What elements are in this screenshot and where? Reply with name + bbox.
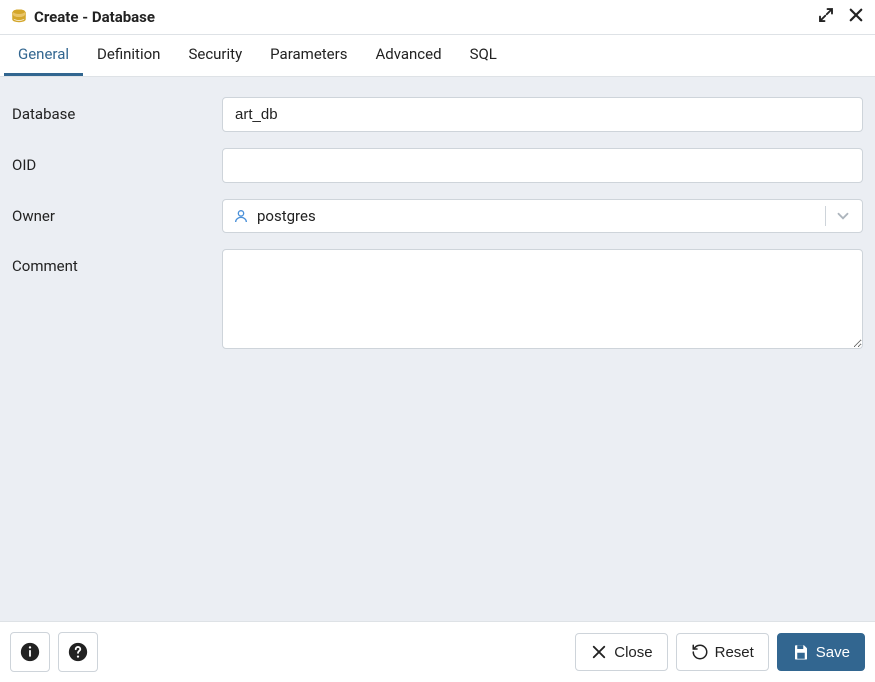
owner-value: postgres <box>257 207 817 225</box>
database-icon <box>10 8 28 26</box>
tab-sql[interactable]: SQL <box>456 35 511 76</box>
save-icon <box>792 643 810 661</box>
comment-textarea[interactable] <box>222 249 863 349</box>
tab-definition[interactable]: Definition <box>83 35 174 76</box>
footer: Close Reset Save <box>0 621 875 682</box>
tabs: General Definition Security Parameters A… <box>0 35 875 77</box>
database-input[interactable] <box>222 97 863 132</box>
save-button[interactable]: Save <box>777 633 865 671</box>
database-label: Database <box>12 97 222 123</box>
close-button[interactable]: Close <box>575 633 667 671</box>
close-x-icon <box>590 643 608 661</box>
tab-parameters[interactable]: Parameters <box>256 35 361 76</box>
titlebar: Create - Database <box>0 0 875 35</box>
save-button-label: Save <box>816 644 850 661</box>
reset-icon <box>691 643 709 661</box>
close-icon[interactable] <box>847 6 865 28</box>
help-button[interactable] <box>58 632 98 672</box>
close-button-label: Close <box>614 644 652 661</box>
tab-advanced[interactable]: Advanced <box>361 35 455 76</box>
comment-label: Comment <box>12 249 222 275</box>
user-icon <box>233 208 249 224</box>
form-content: Database OID Owner postgres <box>0 77 875 621</box>
expand-icon[interactable] <box>817 6 835 28</box>
tab-general[interactable]: General <box>4 35 83 76</box>
oid-input[interactable] <box>222 148 863 183</box>
reset-button-label: Reset <box>715 644 754 661</box>
owner-label: Owner <box>12 199 222 225</box>
owner-select[interactable]: postgres <box>222 199 863 233</box>
help-icon <box>67 641 89 663</box>
tab-security[interactable]: Security <box>174 35 256 76</box>
reset-button[interactable]: Reset <box>676 633 769 671</box>
oid-label: OID <box>12 148 222 174</box>
chevron-down-icon <box>834 207 852 225</box>
dialog-title: Create - Database <box>34 8 817 26</box>
info-icon <box>19 641 41 663</box>
select-divider <box>825 206 826 226</box>
info-button[interactable] <box>10 632 50 672</box>
